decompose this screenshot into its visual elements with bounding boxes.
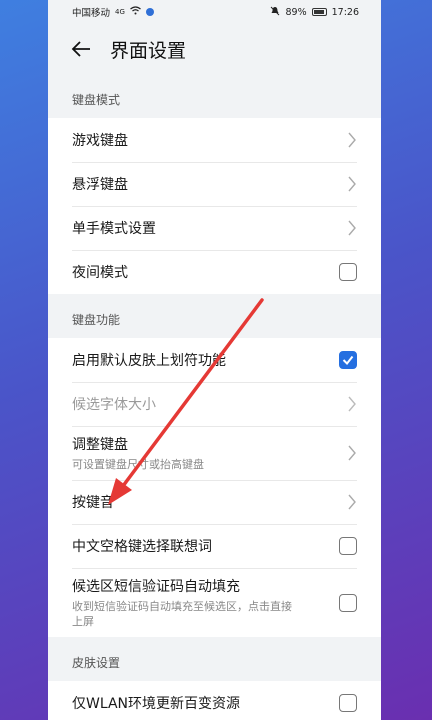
row-label: 候选字体大小 bbox=[72, 397, 156, 413]
check-icon bbox=[342, 355, 354, 366]
space-association-checkbox[interactable] bbox=[339, 537, 357, 555]
carrier-label: 中国移动 bbox=[72, 8, 111, 19]
chevron-right-icon bbox=[348, 220, 356, 236]
battery-icon bbox=[311, 8, 327, 16]
swipe-symbol-checkbox[interactable] bbox=[339, 351, 357, 369]
row-label: 夜间模式 bbox=[72, 265, 128, 281]
section-header-keyboard-function: 键盘功能 bbox=[72, 313, 121, 327]
card-keyboard-mode: 游戏键盘 悬浮键盘 单手模式设置 夜间模式 bbox=[48, 118, 381, 294]
row-description: 可设置键盘尺寸或抬高键盘 bbox=[72, 458, 204, 471]
battery-percent: 89% bbox=[285, 6, 307, 18]
page-title: 界面设置 bbox=[110, 39, 187, 62]
card-skin-settings: 仅WLAN环境更新百变资源 bbox=[48, 681, 381, 720]
row-key-sound[interactable]: 按键音 bbox=[48, 480, 381, 524]
title-bar: 界面设置 bbox=[48, 24, 381, 74]
row-space-association[interactable]: 中文空格键选择联想词 bbox=[48, 524, 381, 568]
row-label: 按键音 bbox=[72, 495, 114, 511]
chevron-right-icon bbox=[348, 445, 356, 461]
row-night-mode[interactable]: 夜间模式 bbox=[48, 250, 381, 294]
row-label: 仅WLAN环境更新百变资源 bbox=[72, 696, 241, 712]
row-candidate-font-size[interactable]: 候选字体大小 bbox=[48, 382, 381, 426]
night-mode-checkbox[interactable] bbox=[339, 263, 357, 281]
status-bar: 中国移动 4G 89% 17:26 bbox=[48, 0, 381, 24]
signal-icon: 4G bbox=[115, 8, 125, 16]
card-keyboard-function: 启用默认皮肤上划符功能 候选字体大小 调整键盘 可设置键盘尺寸或抬高键盘 按键音… bbox=[48, 338, 381, 637]
row-one-hand-mode[interactable]: 单手模式设置 bbox=[48, 206, 381, 250]
chevron-right-icon bbox=[348, 176, 356, 192]
row-game-keyboard[interactable]: 游戏键盘 bbox=[48, 118, 381, 162]
app-notification-icon bbox=[145, 8, 154, 16]
mute-icon bbox=[270, 6, 280, 19]
chevron-right-icon bbox=[348, 396, 356, 412]
section-header-skin-settings: 皮肤设置 bbox=[72, 656, 121, 670]
section-header-keyboard-mode: 键盘模式 bbox=[72, 93, 121, 107]
row-label: 候选区短信验证码自动填充 bbox=[72, 579, 240, 595]
row-label: 启用默认皮肤上划符功能 bbox=[72, 353, 226, 369]
chevron-right-icon bbox=[348, 132, 356, 148]
chevron-right-icon bbox=[348, 494, 356, 510]
row-description: 收到短信验证码自动填充至候选区，点击直接上屏 bbox=[72, 600, 292, 628]
wlan-update-checkbox[interactable] bbox=[339, 694, 357, 712]
row-adjust-keyboard[interactable]: 调整键盘 可设置键盘尺寸或抬高键盘 bbox=[48, 426, 381, 480]
clock: 17:26 bbox=[331, 6, 359, 18]
row-sms-code-autofill[interactable]: 候选区短信验证码自动填充 收到短信验证码自动填充至候选区，点击直接上屏 bbox=[48, 568, 381, 637]
row-label: 调整键盘 bbox=[72, 437, 128, 453]
phone-screen: 中国移动 4G 89% 17:26 界面设置 键盘模式 游戏键盘 悬浮键盘 单手… bbox=[48, 0, 381, 720]
row-label: 悬浮键盘 bbox=[72, 177, 128, 193]
row-label: 单手模式设置 bbox=[72, 221, 156, 237]
wifi-icon bbox=[130, 6, 141, 18]
row-label: 中文空格键选择联想词 bbox=[72, 539, 212, 555]
row-swipe-symbol[interactable]: 启用默认皮肤上划符功能 bbox=[48, 338, 381, 382]
row-floating-keyboard[interactable]: 悬浮键盘 bbox=[48, 162, 381, 206]
sms-code-autofill-checkbox[interactable] bbox=[339, 593, 357, 612]
back-arrow-icon[interactable] bbox=[70, 38, 92, 60]
row-label: 游戏键盘 bbox=[72, 133, 128, 149]
row-wlan-update[interactable]: 仅WLAN环境更新百变资源 bbox=[48, 681, 381, 720]
